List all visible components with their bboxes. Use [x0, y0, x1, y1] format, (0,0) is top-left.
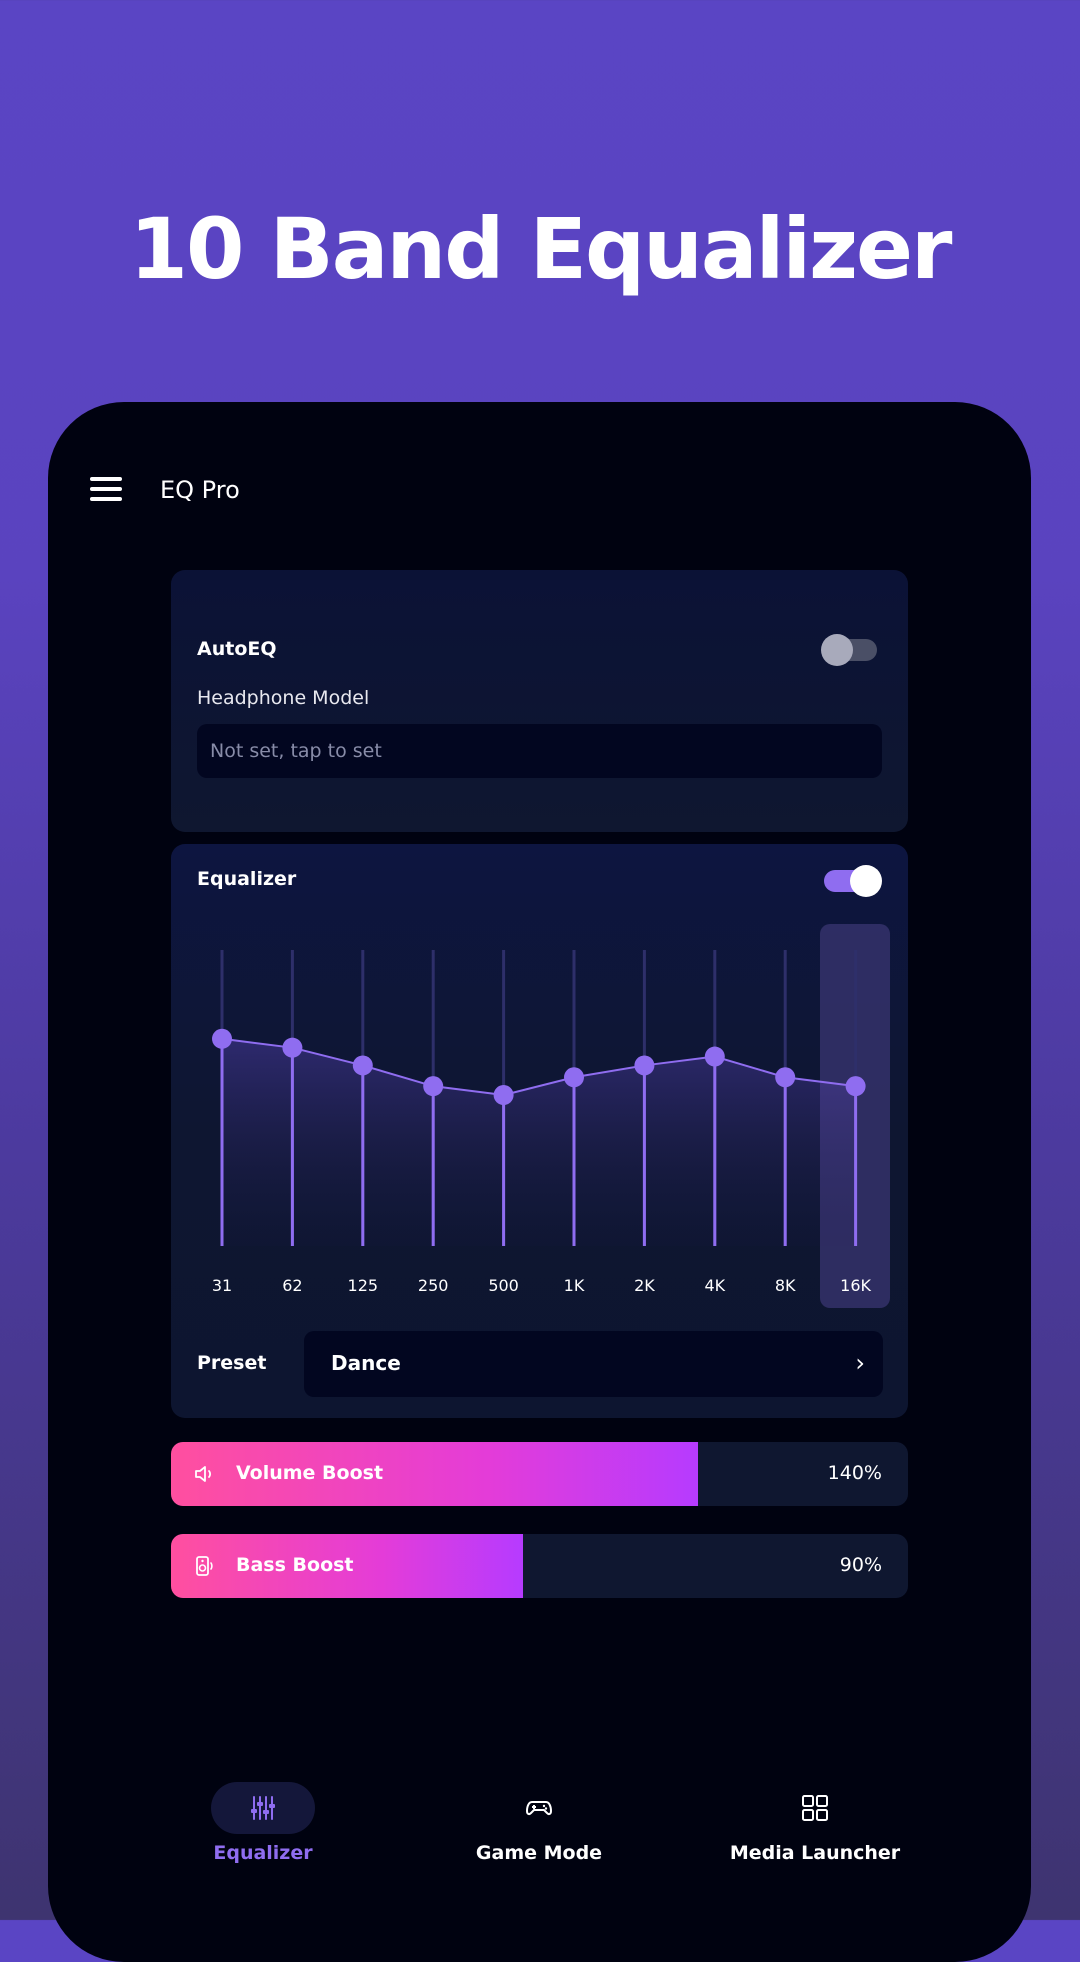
band-label: 8K: [775, 1276, 796, 1295]
bass-boost-slider[interactable]: Bass Boost 90%: [171, 1534, 908, 1598]
autoeq-toggle[interactable]: [821, 634, 877, 666]
volume-boost-value: 140%: [827, 1462, 882, 1484]
preset-selector[interactable]: Dance ›: [304, 1331, 883, 1397]
equalizer-graph: 31 62 125 250 500 1K 2K 4K 8K 16K: [212, 924, 890, 1308]
band-handle[interactable]: [282, 1037, 303, 1058]
speaker-icon: [195, 1466, 212, 1482]
band-label: 1K: [564, 1276, 585, 1295]
headline: 10 Band Equalizer: [129, 200, 953, 298]
band-handle[interactable]: [634, 1055, 655, 1076]
volume-boost-slider[interactable]: Volume Boost 140%: [171, 1442, 908, 1506]
autoeq-label: AutoEQ: [197, 638, 277, 660]
band-label: 250: [418, 1276, 449, 1295]
band-label: 62: [282, 1276, 302, 1295]
nav-media-launcher[interactable]: Media Launcher: [690, 1782, 940, 1864]
loudspeaker-icon: [196, 1556, 213, 1576]
autoeq-card: AutoEQ Headphone Model Not set, tap to s…: [171, 570, 908, 832]
preset-label: Preset: [197, 1352, 267, 1374]
nav-game-mode-label: Game Mode: [475, 1842, 603, 1864]
nav-game-mode[interactable]: Game Mode: [414, 1782, 664, 1864]
band-label: 500: [488, 1276, 519, 1295]
band-label: 4K: [704, 1276, 725, 1295]
nav-active-indicator: [211, 1782, 315, 1834]
nav-media-launcher-label: Media Launcher: [729, 1842, 901, 1864]
band-label: 125: [348, 1276, 379, 1295]
chevron-right-icon: ›: [855, 1349, 865, 1377]
bottom-navigation: Equalizer Game Mode Media Launcher: [48, 1782, 1031, 1962]
band-handle[interactable]: [493, 1085, 514, 1106]
preset-value: Dance: [331, 1351, 401, 1375]
toggle-knob: [821, 634, 853, 666]
volume-boost-label: Volume Boost: [236, 1462, 384, 1484]
band-label: 16K: [840, 1276, 871, 1295]
headphone-model-label: Headphone Model: [197, 687, 370, 709]
nav-equalizer[interactable]: Equalizer: [138, 1782, 388, 1864]
hamburger-menu-icon[interactable]: [90, 477, 122, 501]
top-app-bar: EQ Pro: [48, 402, 1031, 532]
grid-icon: [802, 1795, 828, 1821]
band-handle[interactable]: [845, 1076, 866, 1097]
band-handle[interactable]: [423, 1076, 444, 1097]
band-handle[interactable]: [564, 1067, 584, 1088]
band-label: 2K: [634, 1276, 655, 1295]
phone-frame: EQ Pro AutoEQ Headphone Model Not set, t…: [48, 402, 1031, 1962]
equalizer-card: Equalizer 31 62 125 250 500 1K 2K 4K 8K 16K Prese…: [171, 844, 908, 1418]
gamepad-icon: [526, 1801, 552, 1816]
band-label: 31: [212, 1276, 232, 1295]
band-handle[interactable]: [775, 1067, 796, 1088]
sliders-icon: [251, 1796, 275, 1820]
band-handle[interactable]: [212, 1028, 232, 1049]
nav-equalizer-label: Equalizer: [213, 1842, 313, 1864]
band-handle[interactable]: [352, 1055, 373, 1076]
headphone-model-field[interactable]: Not set, tap to set: [197, 724, 882, 778]
app-title: EQ Pro: [160, 476, 240, 504]
bass-boost-value: 90%: [839, 1554, 882, 1576]
band-handle[interactable]: [704, 1046, 725, 1067]
bass-boost-label: Bass Boost: [236, 1554, 354, 1576]
